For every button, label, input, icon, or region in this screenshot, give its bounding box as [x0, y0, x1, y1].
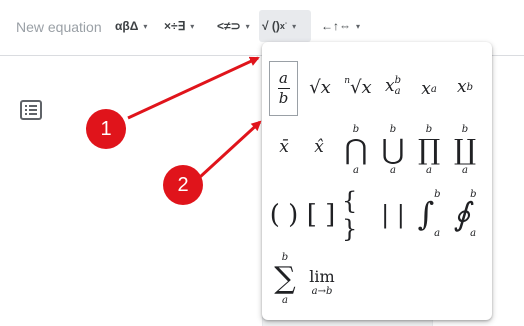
subscript-symbol[interactable]: xa [414, 74, 444, 104]
math-operations-menu-button[interactable]: √ () x▫ ▾ [259, 10, 311, 42]
relations-menu-button[interactable]: <≠⊃ ▾ [214, 10, 253, 42]
parentheses-symbol[interactable]: ( ) [268, 196, 300, 234]
integral-symbol[interactable]: ∫ b a [412, 185, 446, 243]
callout-badge-1: 1 [86, 109, 126, 149]
intersection-symbol[interactable]: b ⋂ a [342, 120, 370, 180]
callout-badge-2: 2 [163, 165, 203, 205]
greek-letters-label: αβΔ [115, 19, 139, 33]
operators-menu-button[interactable]: ×÷∃ ▾ [161, 10, 197, 42]
nth-root-symbol[interactable]: n √x [340, 72, 376, 102]
arrows-menu-button[interactable]: ←↑⇔ ▾ [318, 10, 363, 42]
greek-letters-menu-button[interactable]: αβΔ ▾ [112, 10, 150, 42]
math-operations-palette: ab √x n √x x b a xa xb x̄ x̂ b ⋂ a b ⋃ a … [262, 42, 492, 320]
hat-accent-symbol[interactable]: x̂ [307, 134, 331, 160]
chevron-down-icon: ▾ [245, 21, 250, 31]
document-margin [0, 56, 263, 326]
new-equation-button[interactable]: New equation [16, 19, 102, 35]
contour-integral-symbol[interactable]: ∮ b a [448, 185, 482, 243]
fraction-symbol[interactable]: ab [269, 61, 298, 116]
chevron-down-icon: ▾ [292, 21, 297, 31]
superscript-symbol[interactable]: xb [450, 72, 480, 102]
braces-symbol[interactable]: { } [342, 187, 372, 243]
fraction-numerator: a [279, 69, 288, 87]
relations-label: <≠⊃ [217, 19, 241, 33]
coproduct-symbol[interactable]: b ∐ a [451, 120, 479, 180]
operators-label: ×÷∃ [164, 19, 186, 33]
arrows-label: ←↑⇔ [321, 19, 351, 33]
square-root-symbol[interactable]: √x [302, 72, 338, 102]
summation-symbol[interactable]: b ∑ a [270, 247, 300, 311]
supsub-symbol[interactable]: x b a [378, 68, 408, 104]
union-symbol[interactable]: b ⋃ a [379, 120, 407, 180]
chevron-down-icon: ▾ [356, 21, 361, 31]
brackets-symbol[interactable]: [ ] [306, 196, 336, 234]
product-symbol[interactable]: b ∏ a [415, 120, 443, 180]
bar-accent-symbol[interactable]: x̄ [272, 134, 296, 160]
fraction-denominator: b [278, 89, 289, 107]
chevron-down-icon: ▾ [143, 21, 148, 31]
chevron-down-icon: ▾ [190, 21, 195, 31]
limit-symbol[interactable]: lim a→b [304, 264, 340, 300]
supsub-icon: x▫ [279, 21, 288, 31]
math-operations-label: √ () [262, 19, 280, 33]
document-outline-icon[interactable] [20, 100, 42, 120]
absolute-value-symbol[interactable]: | | [378, 196, 408, 234]
